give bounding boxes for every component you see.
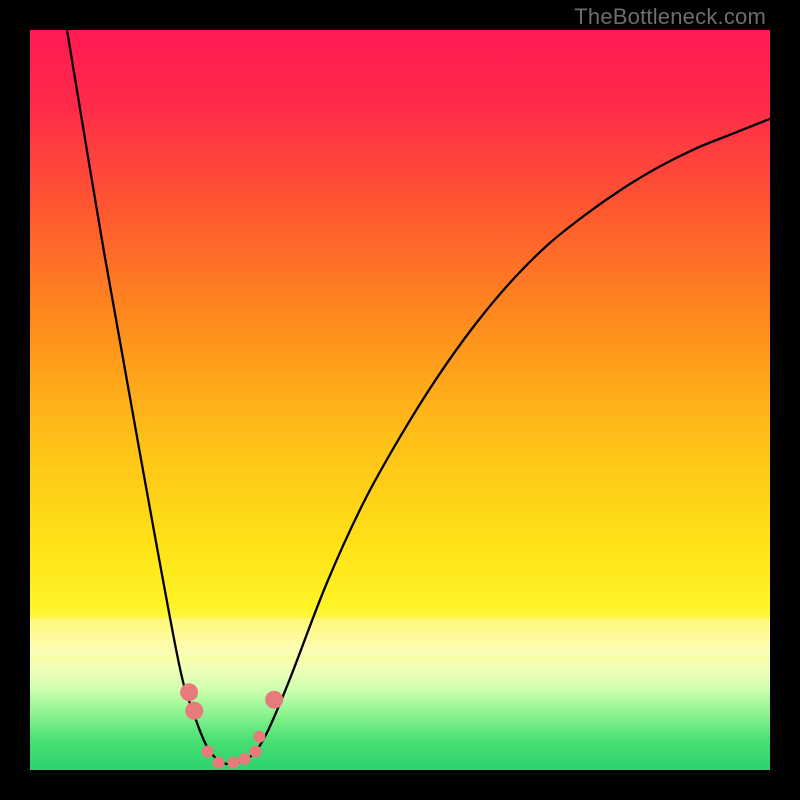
highlight-dot: [265, 691, 283, 709]
highlight-dot: [180, 683, 198, 701]
highlight-dot: [213, 757, 225, 769]
highlight-dot: [202, 746, 214, 758]
bottleneck-curve: [67, 30, 770, 764]
plot-area: [30, 30, 770, 770]
highlight-dot: [253, 731, 265, 743]
curve-layer: [30, 30, 770, 770]
highlight-markers: [180, 683, 283, 768]
highlight-dot: [228, 757, 240, 769]
highlight-dot: [239, 753, 251, 765]
watermark-text: TheBottleneck.com: [574, 4, 766, 30]
highlight-dot: [185, 702, 203, 720]
highlight-dot: [250, 746, 262, 758]
chart-frame: TheBottleneck.com: [0, 0, 800, 800]
